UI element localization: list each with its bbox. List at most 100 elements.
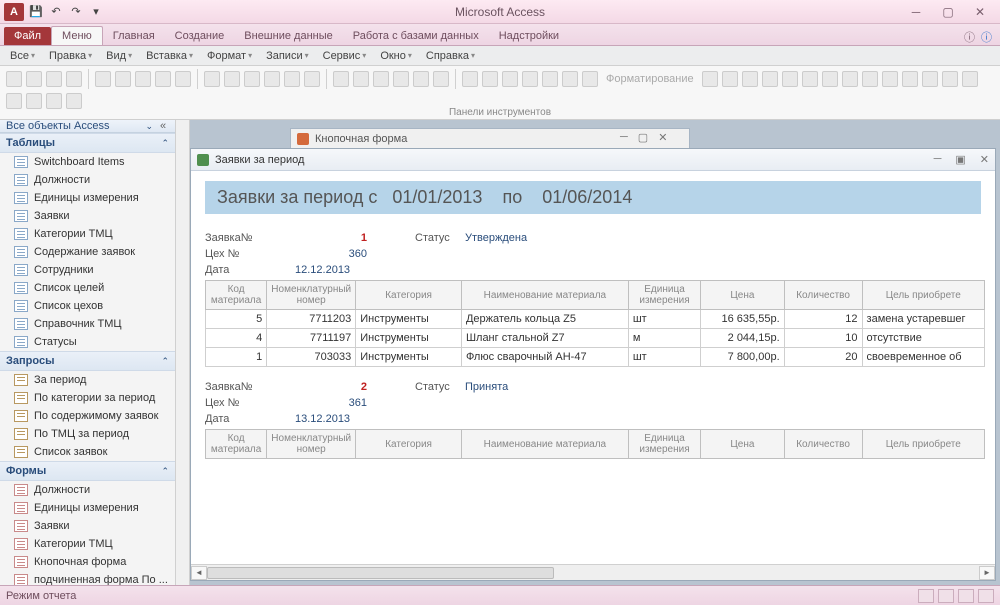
nav-item[interactable]: Список цехов (0, 297, 175, 315)
rmenu-help[interactable]: Справка▾ (420, 48, 481, 64)
ribbon-tool-27[interactable] (582, 71, 598, 87)
rmenu-all[interactable]: Все▾ (4, 48, 41, 64)
ribbon-tool-0[interactable] (6, 71, 22, 87)
rmenu-service[interactable]: Сервис▾ (317, 48, 373, 64)
column-header[interactable]: Количество (784, 430, 862, 459)
ribbon-tool-b10[interactable] (902, 71, 918, 87)
ribbon-tool-b14[interactable] (6, 93, 22, 109)
nav-item[interactable]: По категории за период (0, 389, 175, 407)
nav-item[interactable]: Список заявок (0, 443, 175, 461)
rmenu-records[interactable]: Записи▾ (260, 48, 315, 64)
ribbon-tool-2[interactable] (46, 71, 62, 87)
ribbon-tool-b2[interactable] (742, 71, 758, 87)
ribbon-tool-b12[interactable] (942, 71, 958, 87)
nav-item[interactable]: Список целей (0, 279, 175, 297)
ribbon-tool-1[interactable] (26, 71, 42, 87)
nav-group-2[interactable]: Формы⌃ (0, 461, 175, 481)
tab-menu[interactable]: Меню (51, 26, 103, 45)
nav-header[interactable]: Все объекты Access ⌄ « (0, 120, 175, 133)
column-header[interactable]: Цена (701, 430, 784, 459)
bg-min-icon[interactable]: ─ (620, 131, 628, 144)
ribbon-tool-18[interactable] (393, 71, 409, 87)
rw-restore-icon[interactable]: ▣ (955, 153, 965, 166)
nav-collapse-icon[interactable]: « (157, 120, 169, 132)
ribbon-tool-10[interactable] (224, 71, 240, 87)
column-header[interactable]: Наименование материала (461, 430, 628, 459)
column-header[interactable]: Цель приобрете (862, 430, 984, 459)
bg-close-icon[interactable]: ✕ (658, 131, 667, 144)
ribbon-tool-b0[interactable] (702, 71, 718, 87)
help-icon[interactable]: ⓘ (981, 29, 992, 45)
nav-item[interactable]: Заявки (0, 517, 175, 535)
maximize-button[interactable]: ▢ (936, 4, 960, 20)
ribbon-tool-b16[interactable] (46, 93, 62, 109)
view-design-icon[interactable] (978, 589, 994, 603)
ribbon-tool-8[interactable] (175, 71, 191, 87)
ribbon-tool-b6[interactable] (822, 71, 838, 87)
column-header[interactable]: Наименование материала (461, 281, 628, 310)
ribbon-tool-b7[interactable] (842, 71, 858, 87)
ribbon-tool-b17[interactable] (66, 93, 82, 109)
table-row[interactable]: 1703033ИнструментыФлюс сварочный АН-47шт… (206, 348, 985, 367)
nav-item[interactable]: Заявки (0, 207, 175, 225)
tab-addins[interactable]: Надстройки (489, 27, 569, 45)
ribbon-tool-6[interactable] (135, 71, 151, 87)
ribbon-tool-12[interactable] (264, 71, 280, 87)
nav-item[interactable]: Единицы измерения (0, 499, 175, 517)
redo-icon[interactable]: ↷ (68, 4, 84, 20)
table-row[interactable]: 57711203ИнструментыДержатель кольца Z5шт… (206, 310, 985, 329)
ribbon-tool-9[interactable] (204, 71, 220, 87)
column-header[interactable]: Количество (784, 281, 862, 310)
nav-item[interactable]: Switchboard Items (0, 153, 175, 171)
save-icon[interactable]: 💾 (28, 4, 44, 20)
nav-item[interactable]: Должности (0, 171, 175, 189)
ribbon-tool-11[interactable] (244, 71, 260, 87)
bg-max-icon[interactable]: ▢ (638, 131, 648, 144)
rmenu-format[interactable]: Формат▾ (201, 48, 258, 64)
ribbon-tool-26[interactable] (562, 71, 578, 87)
column-header[interactable]: Цель приобрете (862, 281, 984, 310)
ribbon-tool-b15[interactable] (26, 93, 42, 109)
nav-item[interactable]: Категории ТМЦ (0, 225, 175, 243)
rmenu-edit[interactable]: Правка▾ (43, 48, 98, 64)
ribbon-tool-17[interactable] (373, 71, 389, 87)
nav-item[interactable]: Единицы измерения (0, 189, 175, 207)
nav-item[interactable]: Сотрудники (0, 261, 175, 279)
ribbon-tool-b9[interactable] (882, 71, 898, 87)
access-app-icon[interactable]: A (4, 3, 24, 21)
ribbon-tool-13[interactable] (284, 71, 300, 87)
nav-item[interactable]: Кнопочная форма (0, 553, 175, 571)
column-header[interactable]: Единица измерения (628, 281, 700, 310)
tab-dbtools[interactable]: Работа с базами данных (343, 27, 489, 45)
view-report-icon[interactable] (918, 589, 934, 603)
scroll-right-icon[interactable]: ► (979, 566, 995, 580)
column-header[interactable]: Категория (356, 430, 462, 459)
scroll-left-icon[interactable]: ◄ (191, 566, 207, 580)
undo-icon[interactable]: ↶ (48, 4, 64, 20)
ribbon-tool-b8[interactable] (862, 71, 878, 87)
tab-home[interactable]: Главная (103, 27, 165, 45)
ribbon-tool-7[interactable] (155, 71, 171, 87)
nav-item[interactable]: Категории ТМЦ (0, 535, 175, 553)
ribbon-tool-22[interactable] (482, 71, 498, 87)
ribbon-tool-24[interactable] (522, 71, 538, 87)
ribbon-tool-b3[interactable] (762, 71, 778, 87)
report-window-titlebar[interactable]: Заявки за период ─ ▣ ✕ (191, 149, 995, 171)
rw-minimize-icon[interactable]: ─ (934, 153, 942, 166)
nav-item[interactable]: Статусы (0, 333, 175, 351)
ribbon-tool-b4[interactable] (782, 71, 798, 87)
tab-file[interactable]: Файл (4, 27, 51, 45)
nav-item[interactable]: По содержимому заявок (0, 407, 175, 425)
ribbon-tool-19[interactable] (413, 71, 429, 87)
scroll-thumb[interactable] (207, 567, 554, 579)
ribbon-tool-b11[interactable] (922, 71, 938, 87)
rw-close-icon[interactable]: ✕ (980, 153, 989, 166)
ribbon-collapse-icon[interactable]: ⓘ (964, 29, 975, 45)
nav-item[interactable]: По ТМЦ за период (0, 425, 175, 443)
splitter[interactable] (176, 120, 190, 585)
ribbon-tool-b1[interactable] (722, 71, 738, 87)
minimize-button[interactable]: ─ (904, 4, 928, 20)
nav-item[interactable]: Справочник ТМЦ (0, 315, 175, 333)
ribbon-tool-15[interactable] (333, 71, 349, 87)
tab-external[interactable]: Внешние данные (234, 27, 342, 45)
